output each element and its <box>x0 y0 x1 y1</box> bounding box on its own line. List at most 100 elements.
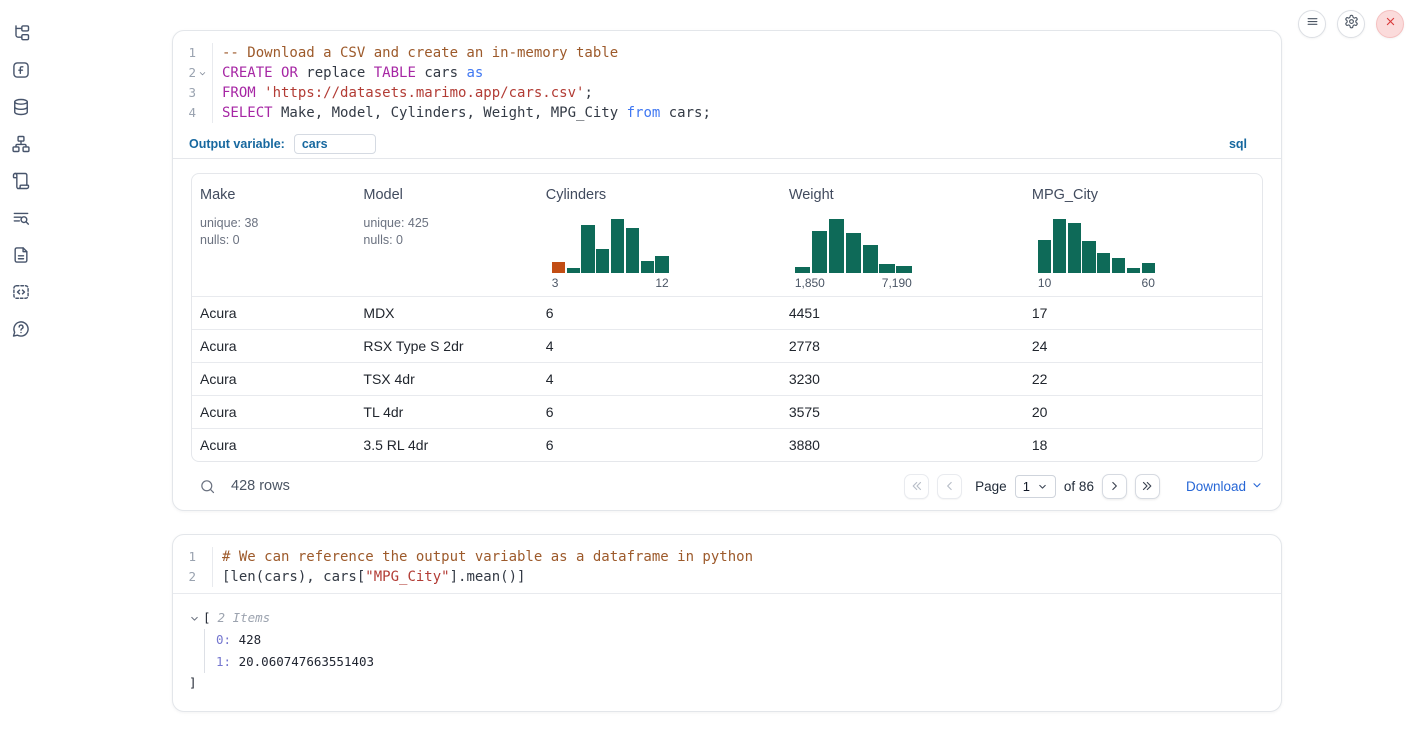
table-cell: 3880 <box>781 429 1024 461</box>
sql-cell: 1-- Download a CSV and create an in-memo… <box>172 30 1282 511</box>
open-bracket: [ <box>203 607 211 629</box>
gutter-spacer <box>196 103 209 123</box>
code-text: CREATE OR replace TABLE cars as <box>212 63 483 83</box>
sidebar-item-snippets[interactable] <box>9 280 33 304</box>
histogram-bar <box>641 261 654 273</box>
list-entry: 0: 428 <box>216 629 1265 651</box>
table-cell: MDX <box>355 297 537 329</box>
histogram-bar <box>655 256 668 273</box>
list-entry: 1: 20.060747663551403 <box>216 651 1265 673</box>
histogram-bar <box>1068 223 1081 273</box>
histogram-bar <box>552 262 565 273</box>
download-label: Download <box>1186 479 1246 494</box>
file-tree-icon <box>11 23 31 43</box>
sidebar-item-scratchpad[interactable] <box>9 169 33 193</box>
language-badge: sql <box>1229 137 1247 151</box>
next-page-button[interactable] <box>1102 474 1127 499</box>
code-line: 2[len(cars), cars["MPG_City"].mean()] <box>173 567 1281 587</box>
table-cell: 4451 <box>781 297 1024 329</box>
first-page-button[interactable] <box>904 474 929 499</box>
collapse-chevron-icon[interactable] <box>189 613 200 624</box>
sql-editor[interactable]: 1-- Download a CSV and create an in-memo… <box>173 31 1281 129</box>
histogram-bar <box>626 228 639 273</box>
gutter-spacer <box>196 83 209 103</box>
page-select[interactable]: 1 <box>1015 475 1056 498</box>
python-editor[interactable]: 1# We can reference the output variable … <box>173 535 1281 594</box>
chevron-down-icon <box>1037 481 1048 492</box>
table-cell: 3575 <box>781 396 1024 428</box>
histogram-bar <box>581 225 594 273</box>
python-cell: 1# We can reference the output variable … <box>172 534 1282 712</box>
histogram-bar <box>567 268 580 273</box>
output-variable-input[interactable] <box>294 134 376 154</box>
page-select-value: 1 <box>1023 479 1030 494</box>
sidebar-item-documentation[interactable] <box>9 243 33 267</box>
table-row: AcuraMDX6445117 <box>192 296 1262 329</box>
chevron-down-icon <box>1251 479 1263 494</box>
table-cell: Acura <box>192 330 355 362</box>
histogram-bar <box>611 219 624 273</box>
pagination: Page 1 of 86 Download <box>904 474 1263 499</box>
sidebar-item-dependencies[interactable] <box>9 132 33 156</box>
table-cell: 17 <box>1024 297 1262 329</box>
axis-min-label: 10 <box>1038 276 1051 290</box>
sidebar-item-file-explorer[interactable] <box>9 21 33 45</box>
axis-max-label: 12 <box>655 276 668 290</box>
histogram-bar <box>896 266 911 273</box>
function-icon <box>11 60 31 80</box>
histogram-bar <box>1112 258 1125 273</box>
previous-page-button[interactable] <box>937 474 962 499</box>
sidebar-item-datasources[interactable] <box>9 95 33 119</box>
axis-max-label: 7,190 <box>882 276 912 290</box>
settings-button[interactable] <box>1337 10 1365 38</box>
histogram-bars <box>1038 219 1155 273</box>
download-button[interactable]: Download <box>1186 479 1263 494</box>
sidebar-item-help[interactable] <box>9 317 33 341</box>
notebook: 1-- Download a CSV and create an in-memo… <box>172 0 1282 712</box>
entry-index: 1: <box>216 654 231 669</box>
column-header-mpg_city[interactable]: MPG_City1060 <box>1024 174 1262 296</box>
histogram-bar <box>1053 219 1066 273</box>
shutdown-button[interactable] <box>1376 10 1404 38</box>
output-variable-label: Output variable: <box>189 137 285 151</box>
code-line: 4SELECT Make, Model, Cylinders, Weight, … <box>173 103 1281 123</box>
search-icon[interactable] <box>199 478 216 495</box>
table-header-row: Makeunique: 38nulls: 0Modelunique: 425nu… <box>192 174 1262 296</box>
column-header-cylinders[interactable]: Cylinders312 <box>538 174 781 296</box>
scroll-icon <box>11 171 31 191</box>
table-cell: 6 <box>538 396 781 428</box>
sidebar-item-logs[interactable] <box>9 206 33 230</box>
gutter-spacer <box>196 547 209 567</box>
histogram-axis: 1,8507,190 <box>795 276 912 290</box>
column-header-make[interactable]: Makeunique: 38nulls: 0 <box>192 174 355 296</box>
column-unique-stat: unique: 425 <box>363 216 529 230</box>
line-number: 2 <box>173 63 196 83</box>
settings-icon <box>1344 14 1359 34</box>
items-count-label: 2 Items <box>218 607 271 629</box>
code-line: 1-- Download a CSV and create an in-memo… <box>173 43 1281 63</box>
histogram-bar <box>879 264 894 273</box>
column-nulls-stat: nulls: 0 <box>200 233 347 247</box>
table-cell: 6 <box>538 429 781 461</box>
list-entries: 0: 4281: 20.060747663551403 <box>204 629 1265 673</box>
code-text: [len(cars), cars["MPG_City"].mean()] <box>212 567 525 587</box>
fold-chevron-icon[interactable] <box>196 63 209 83</box>
column-header-model[interactable]: Modelunique: 425nulls: 0 <box>355 174 537 296</box>
row-count: 428 rows <box>231 478 290 494</box>
table-row: Acura3.5 RL 4dr6388018 <box>192 428 1262 461</box>
axis-min-label: 3 <box>552 276 559 290</box>
table-row: AcuraTSX 4dr4323022 <box>192 362 1262 395</box>
last-page-button[interactable] <box>1135 474 1160 499</box>
code-snippet-icon <box>11 282 31 302</box>
column-header-weight[interactable]: Weight1,8507,190 <box>781 174 1024 296</box>
notebook-menu-button[interactable] <box>1298 10 1326 38</box>
table-row: AcuraRSX Type S 2dr4277824 <box>192 329 1262 362</box>
list-search-icon <box>11 208 31 228</box>
sidebar-item-variables[interactable] <box>9 58 33 82</box>
code-text: SELECT Make, Model, Cylinders, Weight, M… <box>212 103 711 123</box>
column-unique-stat: unique: 38 <box>200 216 347 230</box>
close-bracket: ] <box>189 673 1265 693</box>
table-cell: 22 <box>1024 363 1262 395</box>
histogram-bar <box>846 233 861 273</box>
table-footer: 428 rows Page 1 of 86 Download <box>191 462 1263 510</box>
